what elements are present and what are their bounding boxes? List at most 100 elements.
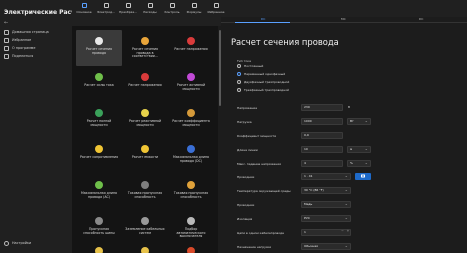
tile[interactable]: Расчет напряжения [122, 66, 168, 102]
tile-icon [95, 217, 103, 225]
tile-label: Расчет коэффициента мощности [172, 119, 210, 127]
tile[interactable]: Расчет реактивной мощности [122, 102, 168, 138]
tile-icon [141, 217, 149, 225]
voltage-input[interactable]: 230 [301, 104, 343, 111]
load-unit-select[interactable]: Вт [347, 118, 371, 125]
circuits-stepper[interactable]: − + [341, 229, 350, 233]
nav-pane: Электрические Расчеты Р... ← Домашняя ст… [0, 0, 102, 253]
tile[interactable] [76, 246, 122, 253]
plug-icon [103, 3, 109, 8]
insulation-select[interactable]: PVC [301, 215, 351, 222]
tile[interactable]: Расчет силы тока [76, 66, 122, 102]
radio-circle [237, 64, 241, 68]
tile-label: Расчет напряжения [174, 47, 208, 51]
tile[interactable] [168, 246, 214, 253]
power-factor-label: Коэффициент мощности [237, 134, 277, 138]
star-icon [4, 37, 9, 43]
radio-three-phase[interactable]: Трехфазный трехпроводной [237, 88, 289, 92]
conductor-select[interactable]: 1 · 41 [301, 173, 351, 180]
tile[interactable]: Пропускная способность шины [76, 210, 122, 246]
load-purpose-select[interactable]: Обычная [301, 243, 351, 250]
tile[interactable]: Расчет сопротивления [76, 138, 122, 174]
tile-icon [141, 37, 149, 45]
tile[interactable]: Заземление кабельных систем [122, 210, 168, 246]
tab-converters[interactable]: Преобраз... [117, 3, 139, 14]
tile-icon [141, 145, 149, 153]
active-tab-indicator [235, 22, 290, 23]
tile[interactable]: Расчет напряжения [168, 30, 214, 66]
nav-item-about[interactable]: О программе [4, 44, 35, 52]
tile-label: Расчет сечения провода [86, 47, 112, 55]
radio-dc[interactable]: Постоянный [237, 64, 263, 68]
tab-favorites[interactable]: Избранное [205, 3, 227, 14]
nav-item-home[interactable]: Домашняя страница [4, 28, 49, 36]
tile[interactable]: Максимальная длина провода (AC) [76, 174, 122, 210]
tab-formulas[interactable]: Формулы [183, 3, 205, 14]
radio-label: Двухфазный трехпроводной [244, 80, 290, 84]
radio-label: Трехфазный трехпроводной [244, 88, 289, 92]
tile-icon [141, 181, 149, 189]
load-input[interactable]: 1000 [301, 118, 343, 125]
tile[interactable]: Расчет полной мощности [76, 102, 122, 138]
tile-label: Расчет сопротивления [80, 155, 118, 159]
radio-label: Постоянный [244, 64, 264, 68]
tile-icon [187, 145, 195, 153]
tile-icon [95, 181, 103, 189]
share-icon [4, 53, 9, 59]
voltage-drop-unit-select[interactable]: % [347, 160, 371, 167]
home-icon [4, 29, 9, 35]
nav-item-label: Избранное [12, 38, 32, 42]
power-factor-input[interactable]: 0,9 [301, 132, 343, 139]
tile[interactable]: Токовая пропускная способность [122, 174, 168, 210]
tile[interactable]: Расчет сечения провода в соответствии... [122, 30, 168, 66]
tab-basic[interactable]: Основное [73, 3, 95, 14]
length-label: Длина линии [237, 148, 258, 152]
tile-label: Расчет напряжения [128, 83, 162, 87]
tile-label: Токовая пропускная способность [173, 191, 209, 199]
tile[interactable]: Токовая пропускная способность [168, 174, 214, 210]
radio-label: Переменный однофазный [244, 72, 286, 76]
length-unit-select[interactable]: м [347, 146, 371, 153]
pane-tab-dc-2[interactable]: DC [419, 17, 423, 21]
conductor-material-select[interactable]: Медь [301, 201, 351, 208]
tab-control[interactable]: Контроль [161, 3, 183, 14]
nav-item-label: Домашняя страница [12, 30, 49, 34]
page-title: Расчет сечения провода [231, 37, 339, 47]
tab-electrodes[interactable]: Электрод... [95, 3, 117, 14]
tile-label: Расчет полной мощности [86, 119, 112, 127]
convert-icon [125, 3, 131, 8]
insulation-label: Изоляция [237, 217, 253, 221]
nav-item-settings[interactable]: Настройки [4, 239, 31, 247]
nav-item-share[interactable]: Поделиться [4, 52, 33, 60]
conductor-picker-button[interactable] [355, 173, 371, 180]
tile[interactable]: Расчет емкости [122, 138, 168, 174]
tile-icon [95, 247, 103, 253]
voltage-drop-input[interactable]: 4 [301, 160, 343, 167]
tile[interactable]: Максимальная длина провода (DC) [168, 138, 214, 174]
ambient-temp-select[interactable]: 30 °C (86 °F) [301, 187, 351, 194]
tile[interactable]: Расчет сечения провода [76, 30, 122, 66]
gauge-icon [169, 3, 175, 8]
back-button[interactable]: ← [4, 20, 12, 27]
load-label: Нагрузка [237, 120, 252, 124]
tile-label: Расчет реактивной мощности [128, 119, 162, 127]
tile[interactable]: Подбор автоматического выключателя [168, 210, 214, 246]
ambient-temp-label: Температура окружающей среды [237, 189, 291, 193]
conductor-material-label: Проводник [237, 203, 255, 207]
load-purpose-label: Назначение нагрузки [237, 245, 272, 249]
nav-item-favorites[interactable]: Избранное [4, 36, 31, 44]
gear-icon [4, 240, 9, 246]
voltage-label: Напряжение [237, 106, 258, 110]
tile[interactable]: Расчет коэффициента мощности [168, 102, 214, 138]
radio-single-phase[interactable]: Переменный однофазный [237, 72, 285, 76]
pane-tab-mc[interactable]: MC [341, 17, 346, 21]
tile-icon [95, 109, 103, 117]
length-input[interactable]: 10 [301, 146, 343, 153]
tile-icon [187, 37, 195, 45]
radio-two-phase[interactable]: Двухфазный трехпроводной [237, 80, 289, 84]
voltage-drop-label: Макс. падение напряжения [237, 162, 281, 166]
pane-tab-dc[interactable]: DC [261, 17, 265, 21]
tab-costs[interactable]: Расходы [139, 3, 161, 14]
tile[interactable] [122, 246, 168, 253]
tile[interactable]: Расчет активной мощности [168, 66, 214, 102]
